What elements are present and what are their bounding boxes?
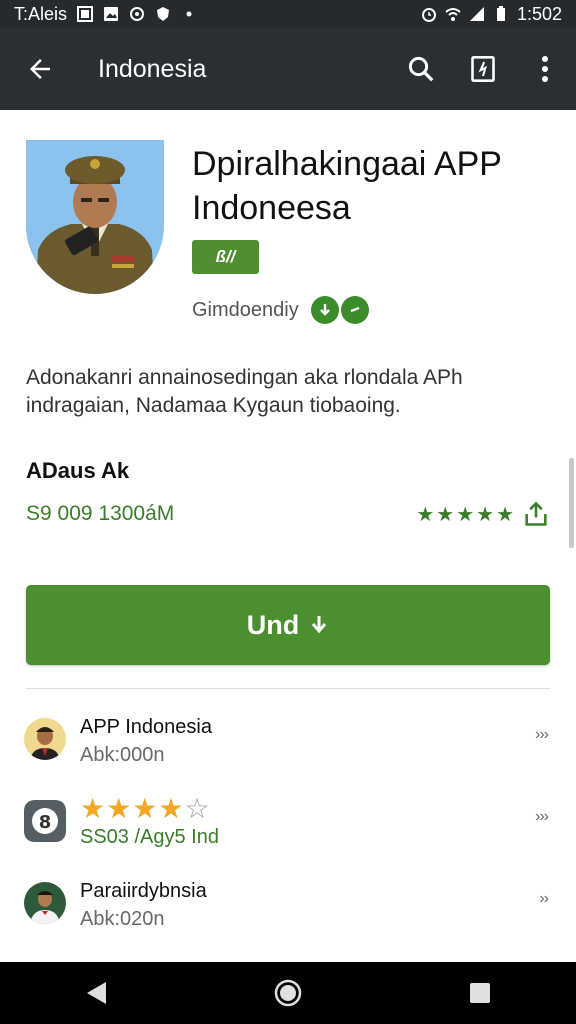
chevron-right-icon: ›› bbox=[539, 890, 549, 907]
chevron-right-icon: ››› bbox=[535, 808, 549, 825]
list-item[interactable]: APP Indonesia Abk:000n ››› bbox=[0, 700, 576, 782]
list-item-subtitle: SS03 /Agy5 Ind bbox=[80, 826, 219, 848]
app-header: Dpiralhakingaai APP Indoneesa ß// Gimdoe… bbox=[26, 140, 556, 324]
back-button[interactable] bbox=[0, 28, 80, 110]
list-item-subtitle: Abk:020n bbox=[80, 908, 165, 930]
related-apps-list: APP Indonesia Abk:000n ››› 8 ★ ★ ★ ★ ☆ S… bbox=[0, 700, 576, 962]
svg-text:8: 8 bbox=[39, 812, 52, 833]
alarm-icon bbox=[421, 8, 436, 22]
developer-row[interactable]: Gimdoendiy bbox=[192, 296, 369, 324]
list-item-title: Paraiirdybnsia bbox=[80, 880, 207, 902]
section-divider bbox=[26, 688, 550, 689]
search-button[interactable] bbox=[390, 28, 452, 110]
size-label: ADaus Ak bbox=[26, 458, 130, 483]
install-button-label: Und bbox=[246, 609, 300, 640]
square-recents-icon bbox=[470, 983, 490, 1003]
page-title: Indonesia bbox=[98, 54, 207, 83]
status-bar: T:Aleis 1:502 bbox=[0, 0, 576, 28]
search-icon bbox=[408, 56, 434, 82]
carrier-text: T:Aleis bbox=[14, 3, 68, 24]
chevron-right-icon: ››› bbox=[535, 726, 549, 743]
list-item-rating: ★ ★ ★ ★ ☆ bbox=[80, 792, 210, 825]
more-options-button[interactable] bbox=[514, 28, 576, 110]
arrow-left-icon bbox=[30, 59, 50, 79]
rating-stars: ★ ★ ★ ★ ★ bbox=[416, 500, 550, 528]
dot-icon bbox=[186, 11, 192, 17]
app-description: Adonakanri annainosedingan aka rlondala … bbox=[26, 366, 463, 417]
download-arrow-icon bbox=[312, 616, 327, 634]
bookmark-button[interactable] bbox=[452, 28, 514, 110]
meta-row: S9 009 1300áM ★ ★ ★ ★ ★ bbox=[26, 500, 550, 528]
list-item[interactable]: Paraiirdybnsia Abk:020n ›› bbox=[0, 864, 576, 946]
star-icon: ★ bbox=[476, 503, 495, 526]
list-item-subtitle: Abk:000n bbox=[80, 744, 165, 766]
app-detail-page: Dpiralhakingaai APP Indoneesa ß// Gimdoe… bbox=[0, 110, 576, 962]
app-title: Dpiralhakingaai APP Indoneesa bbox=[192, 145, 502, 227]
star-icon: ★ bbox=[106, 793, 132, 824]
star-icon: ★ bbox=[496, 503, 514, 526]
nav-recents-button[interactable] bbox=[450, 963, 510, 1023]
meta-info: S9 009 1300áM bbox=[26, 502, 175, 525]
nav-back-button[interactable] bbox=[66, 963, 126, 1023]
officer-portrait-icon bbox=[26, 140, 164, 294]
star-icon: ★ bbox=[158, 793, 184, 824]
system-nav-bar bbox=[0, 962, 576, 1024]
notification-icon bbox=[77, 6, 94, 22]
scrollbar[interactable] bbox=[569, 458, 574, 548]
more-vert-icon bbox=[542, 56, 548, 82]
sync-icon bbox=[130, 7, 145, 21]
home-circle-icon bbox=[274, 979, 302, 1007]
bookmark-icon bbox=[471, 56, 495, 82]
verified-badge-icon bbox=[340, 296, 369, 324]
star-icon: ★ bbox=[416, 503, 435, 526]
list-item[interactable]: 8 ★ ★ ★ ★ ☆ SS03 /Agy5 Ind ››› bbox=[0, 782, 576, 864]
list-item-partial[interactable] bbox=[0, 946, 576, 962]
list-item-title: APP Indonesia bbox=[80, 716, 212, 738]
nav-home-button[interactable] bbox=[258, 963, 318, 1023]
triangle-back-icon bbox=[87, 982, 106, 1004]
install-button[interactable]: Und bbox=[26, 585, 550, 665]
wifi-icon bbox=[445, 8, 461, 21]
star-icon: ★ bbox=[456, 503, 475, 526]
signal-icon bbox=[469, 7, 484, 21]
share-icon[interactable] bbox=[522, 500, 550, 528]
image-icon bbox=[104, 7, 119, 21]
app-bar: Indonesia bbox=[0, 28, 576, 110]
app-logo: 8 bbox=[24, 800, 66, 842]
star-icon: ★ bbox=[436, 503, 455, 526]
battery-icon bbox=[496, 6, 505, 21]
clock-text: 1:502 bbox=[516, 3, 562, 24]
shield-icon bbox=[157, 7, 170, 21]
app-avatar bbox=[24, 882, 66, 924]
star-outline-icon: ☆ bbox=[184, 793, 210, 824]
star-icon: ★ bbox=[80, 793, 106, 824]
content-rating-badge: ß// bbox=[192, 240, 259, 274]
star-icon: ★ bbox=[132, 793, 158, 824]
developer-name[interactable]: Gimdoendiy bbox=[192, 299, 299, 322]
app-avatar bbox=[24, 718, 66, 760]
download-badge-icon bbox=[310, 296, 339, 324]
app-icon bbox=[26, 140, 164, 294]
